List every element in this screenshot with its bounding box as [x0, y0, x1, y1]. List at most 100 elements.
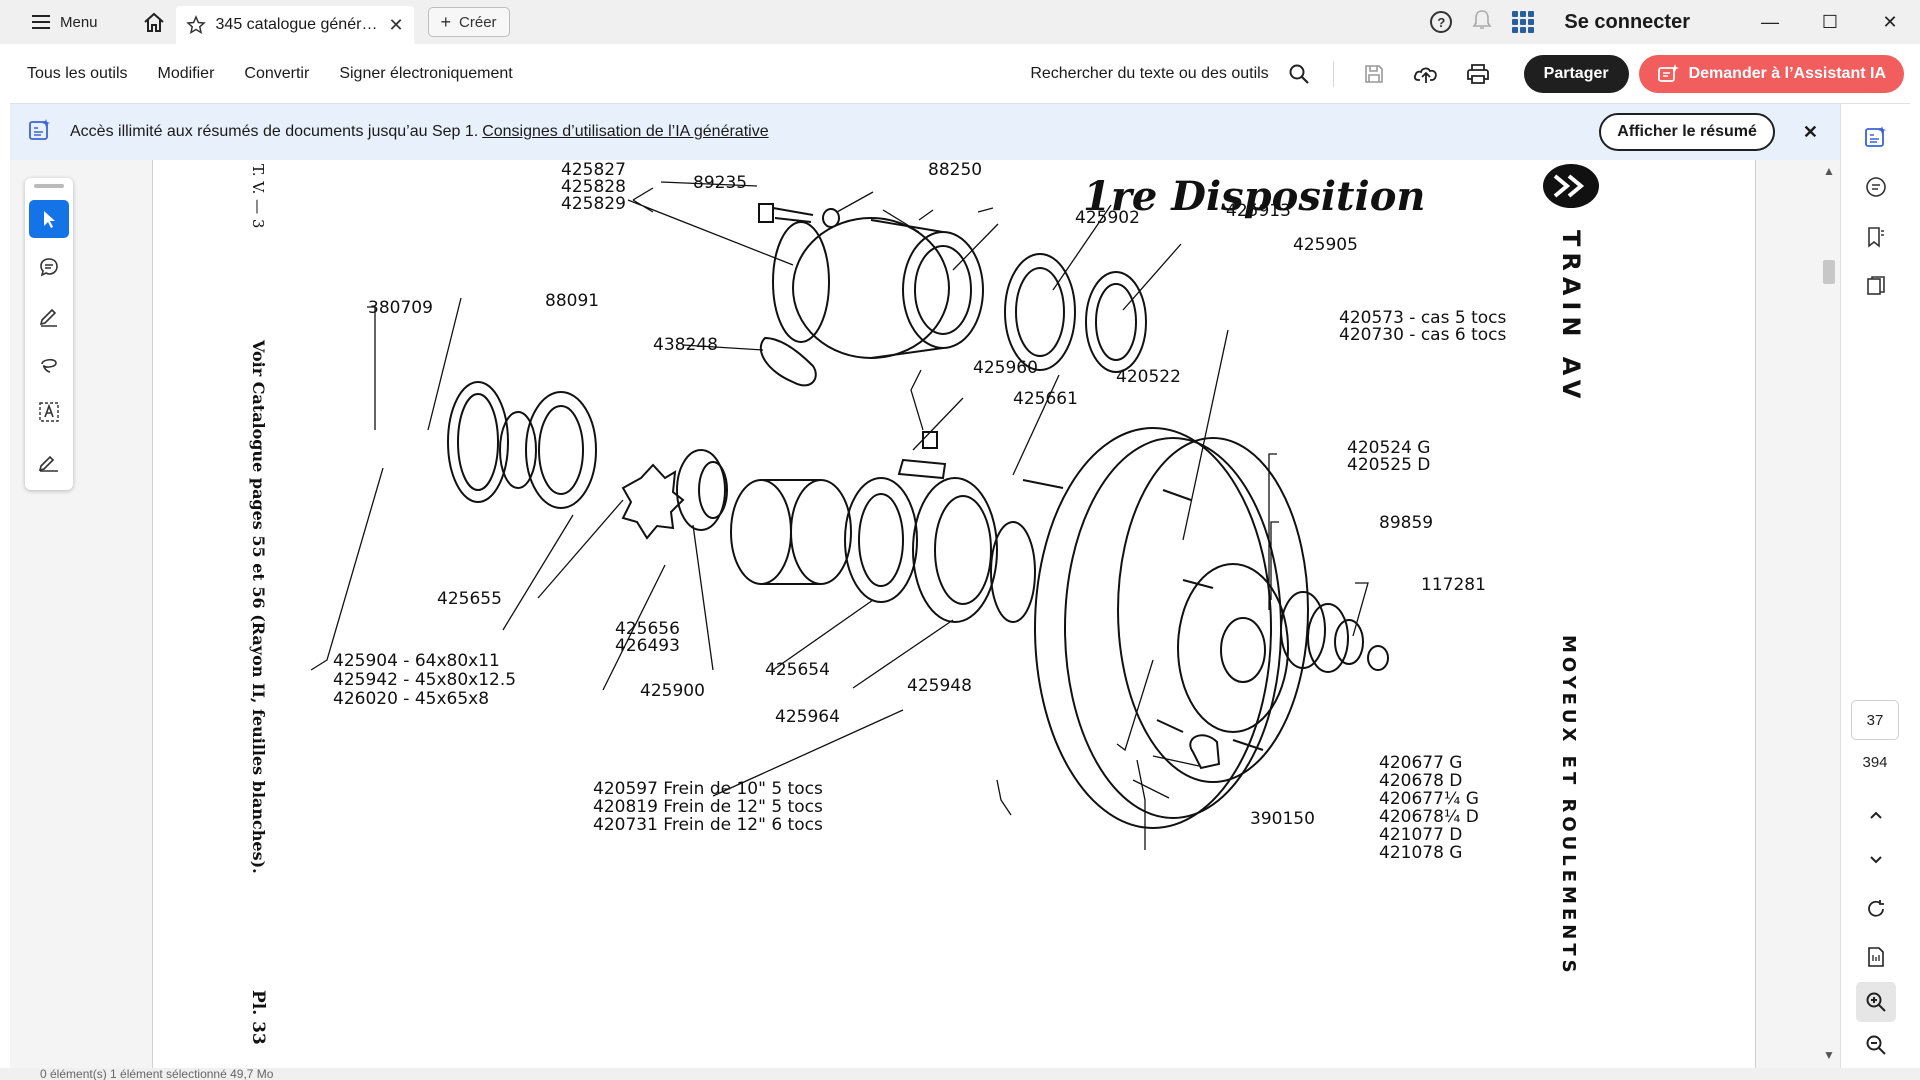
part-label: 425948 [907, 676, 972, 696]
share-button[interactable]: Partager [1523, 54, 1629, 93]
part-label: 438248 [653, 335, 718, 355]
technical-drawing: T. V. — 3 Voir Catalogue pages 55 et 56 … [248, 160, 1599, 1045]
right-rail: 37 394 [1840, 104, 1910, 1068]
pdf-page: T. V. — 3 Voir Catalogue pages 55 et 56 … [152, 160, 1756, 1068]
side-subtitle: MOYEUX ET ROULEMENTS [1558, 635, 1579, 977]
total-pages: 394 [1862, 754, 1888, 771]
part-label: 425902 [1075, 208, 1140, 228]
refresh-icon[interactable] [1861, 894, 1891, 924]
part-label: 426493 [615, 636, 680, 656]
toolbar-item-all-tools[interactable]: Tous les outils [27, 65, 128, 83]
toolbar-item-edit[interactable]: Modifier [158, 65, 215, 83]
select-tool[interactable] [29, 199, 69, 239]
part-label: 420522 [1116, 367, 1181, 387]
highlight-tool[interactable] [29, 297, 69, 335]
part-label: 425654 [765, 660, 830, 680]
lasso-icon [41, 359, 57, 373]
part-label: 380709 [368, 298, 433, 318]
left-note: Voir Catalogue pages 55 et 56 (Rayon II,… [249, 339, 268, 874]
next-page-icon[interactable] [1861, 844, 1891, 874]
part-label: 421077 D [1379, 825, 1462, 845]
part-label: 420731 Frein de 12" 6 tocs [593, 815, 823, 835]
print-icon[interactable] [1458, 54, 1498, 94]
ai-assistant-label: Demander à l’Assistant IA [1688, 64, 1886, 82]
scroll-up-icon[interactable]: ▲ [1823, 164, 1835, 178]
status-bar: 0 élément(s) 1 élément sélectionné 49,7 … [0, 1068, 1920, 1080]
part-label: 421078 G [1379, 843, 1462, 863]
toolbar-item-convert[interactable]: Convertir [244, 65, 309, 83]
scroll-thumb[interactable] [1823, 260, 1835, 284]
part-label: 88250 [928, 160, 982, 180]
title-bar: Menu 345 catalogue général... ✕ + Créer … [0, 0, 1920, 44]
signin-button[interactable]: Se connecter [1564, 11, 1690, 34]
part-label: 117281 [1421, 575, 1486, 595]
cursor-icon [44, 211, 55, 229]
toolbar-item-sign[interactable]: Signer électroniquement [339, 65, 512, 83]
tab-close-icon[interactable]: ✕ [388, 15, 403, 36]
toolbar-grip[interactable] [34, 184, 64, 188]
text-tool[interactable] [29, 393, 69, 431]
part-label: 420678¼ D [1379, 807, 1479, 827]
comment-tool[interactable] [29, 248, 69, 286]
save-icon[interactable] [1354, 54, 1394, 94]
signature-icon [38, 455, 58, 472]
star-icon[interactable] [185, 15, 206, 35]
chevron-logo [1543, 164, 1599, 208]
bookmark-icon[interactable] [1861, 222, 1891, 252]
scroll-down-icon[interactable]: ▼ [1823, 1048, 1835, 1062]
part-label: 420677 G [1379, 753, 1462, 773]
annotation-toolbar [25, 178, 73, 490]
zoom-in-icon[interactable] [1856, 982, 1896, 1022]
part-label: 89859 [1379, 513, 1433, 533]
maximize-icon[interactable]: ☐ [1800, 0, 1860, 44]
help-icon[interactable]: ? [1430, 11, 1453, 33]
document-tab[interactable]: 345 catalogue général... ✕ [175, 6, 414, 44]
previous-page-icon[interactable] [1861, 800, 1891, 830]
show-summary-button[interactable]: Afficher le résumé [1599, 113, 1775, 151]
text-box-icon [39, 402, 59, 423]
zoom-out-icon[interactable] [1861, 1030, 1891, 1060]
ai-assistant-icon [1657, 63, 1679, 82]
comments-icon[interactable] [1861, 172, 1891, 202]
fit-page-icon[interactable] [1861, 942, 1891, 972]
part-label: 425960 [973, 358, 1038, 378]
banner-guidelines-link[interactable]: Consignes d’utilisation de l’IA générati… [482, 123, 768, 141]
part-label: 88091 [545, 291, 599, 311]
ai-assistant-button[interactable]: Demander à l’Assistant IA [1638, 54, 1904, 93]
part-label: 390150 [1250, 809, 1315, 829]
plate-number: Pl. 33 [248, 990, 268, 1045]
menu-button[interactable]: Menu [26, 0, 104, 44]
plus-icon: + [440, 11, 452, 32]
apps-grid-icon[interactable] [1512, 11, 1535, 33]
banner-close-icon[interactable]: ✕ [1803, 122, 1818, 143]
ai-summary-rail-icon[interactable] [1861, 122, 1891, 152]
hamburger-icon [32, 15, 50, 29]
part-label: 420819 Frein de 12" 5 tocs [593, 797, 823, 817]
sign-tool[interactable] [29, 442, 69, 480]
part-label: 425913 [1226, 201, 1291, 221]
create-button[interactable]: + Créer [427, 7, 510, 37]
bell-icon[interactable] [1472, 9, 1492, 36]
toolbar-divider [1332, 60, 1334, 87]
search-tools-label[interactable]: Rechercher du texte ou des outils [1030, 65, 1268, 83]
minimize-icon[interactable]: — [1740, 0, 1800, 44]
window-close-icon[interactable]: ✕ [1860, 0, 1920, 44]
part-label: 420597 Frein de 10" 5 tocs [593, 779, 823, 799]
draw-tool[interactable] [29, 345, 69, 383]
part-label: 420730 - cas 6 tocs [1339, 325, 1506, 345]
part-label: 420678 D [1379, 771, 1462, 791]
search-icon[interactable] [1279, 54, 1319, 94]
comment-icon [40, 258, 58, 277]
current-page-input[interactable]: 37 [1851, 700, 1899, 740]
vertical-scrollbar[interactable]: ▲ ▼ [1818, 160, 1840, 1068]
create-label: Créer [459, 13, 497, 31]
part-label: 425655 [437, 589, 502, 609]
home-icon[interactable] [140, 8, 168, 36]
main-toolbar: Tous les outils Modifier Convertir Signe… [10, 44, 1910, 104]
part-label: 425900 [640, 681, 705, 701]
part-label: 425904 - 64x80x11 [333, 651, 500, 671]
pages-icon[interactable] [1861, 272, 1891, 302]
upload-cloud-icon[interactable] [1406, 54, 1446, 94]
ai-summary-icon [28, 118, 52, 147]
part-label: 425829 [561, 194, 626, 214]
